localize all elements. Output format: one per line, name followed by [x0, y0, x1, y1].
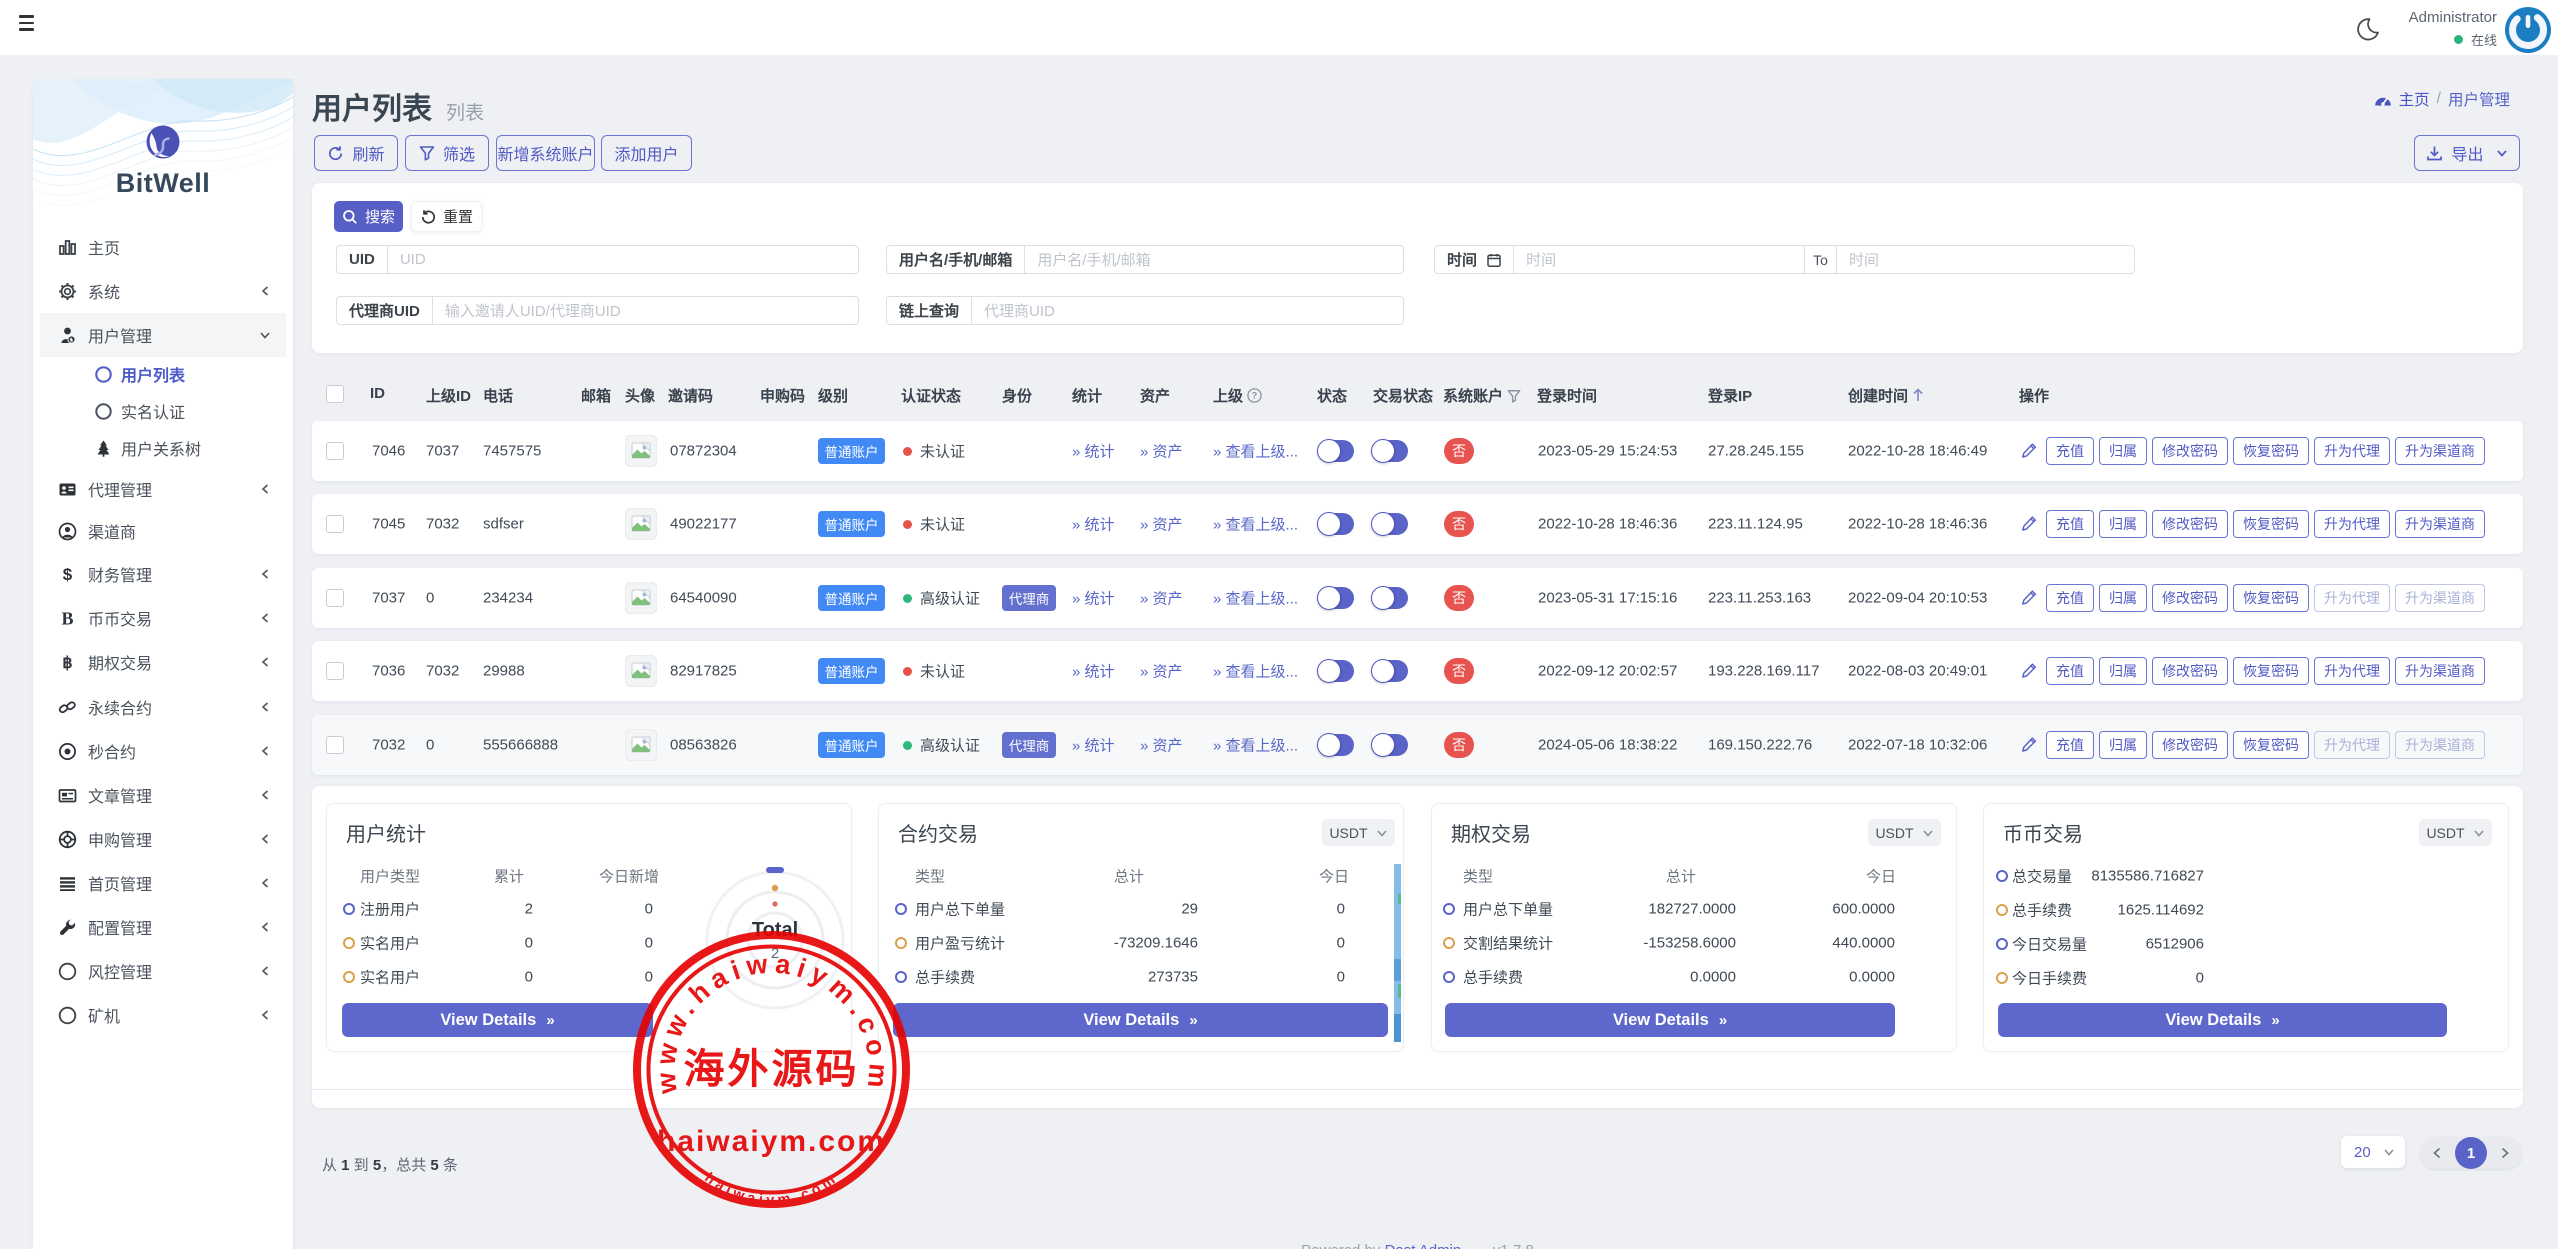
- svg-text:B: B: [61, 609, 73, 628]
- svg-text:฿: ฿: [62, 655, 72, 672]
- svg-text:?: ?: [1252, 391, 1258, 401]
- svg-text:♞: ♞: [69, 336, 74, 343]
- svg-text:haiwaiym.com: haiwaiym.com: [701, 1170, 841, 1209]
- svg-text:$: $: [62, 565, 72, 584]
- svg-text:海外源码: 海外源码: [684, 1046, 860, 1092]
- svg-text:haiwaiym.com: haiwaiym.com: [657, 1125, 886, 1158]
